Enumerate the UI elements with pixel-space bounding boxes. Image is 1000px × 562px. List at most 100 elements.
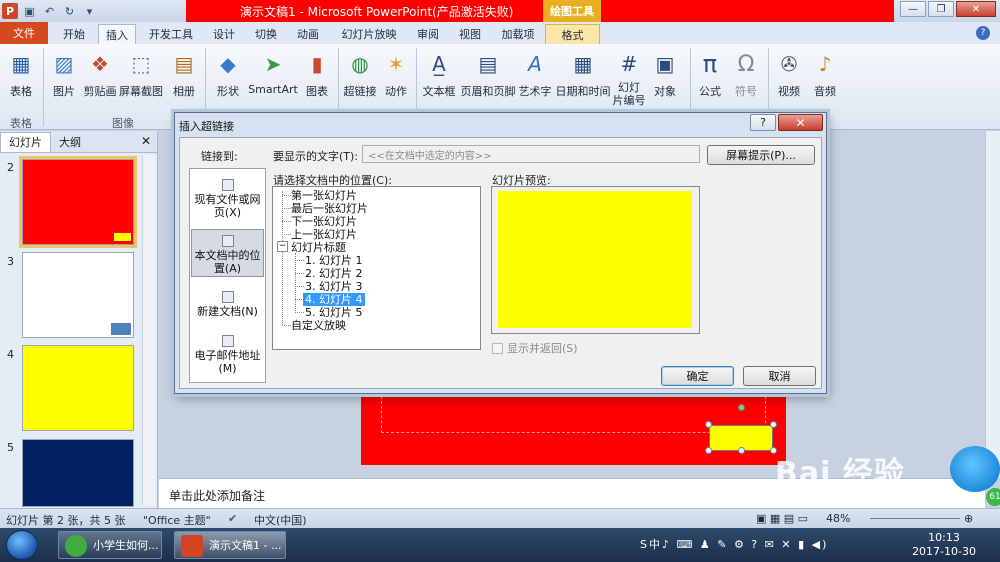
resize-handle[interactable]: [770, 421, 777, 428]
tab-file[interactable]: 文件: [0, 22, 48, 44]
tree-item-slide-titles[interactable]: 幻灯片标题: [291, 241, 346, 254]
baidu-url: jingyan.baidu.com: [838, 480, 968, 496]
clipart-icon: ❖: [91, 52, 109, 76]
dialog-close-button[interactable]: ✕: [778, 114, 823, 131]
clipart-button[interactable]: ❖ 剪贴画: [77, 49, 123, 99]
tab-design[interactable]: 设计: [206, 24, 242, 44]
tree-item-slide-1[interactable]: 1. 幻灯片 1: [305, 254, 363, 267]
tab-slideshow[interactable]: 幻灯片放映: [336, 24, 402, 44]
spellcheck-icon[interactable]: ✔: [228, 512, 237, 525]
slide-number: 4: [7, 348, 14, 361]
table-button[interactable]: ▦ 表格: [0, 49, 44, 99]
minimize-button[interactable]: —: [900, 1, 926, 17]
wordart-button[interactable]: A 艺术字: [512, 49, 558, 99]
dialog-title: 插入超链接: [179, 120, 234, 133]
audio-button[interactable]: ♪ 音频: [802, 49, 848, 99]
link-place-in-document[interactable]: 本文档中的位置(A): [191, 229, 264, 277]
taskbar-item-powerpoint[interactable]: 演示文稿1 - ...: [174, 531, 286, 559]
start-button[interactable]: [6, 530, 38, 560]
tab-insert[interactable]: 插入: [98, 24, 136, 44]
chart-button[interactable]: ▮ 图表: [294, 49, 340, 99]
undo-icon[interactable]: ↶: [41, 3, 58, 19]
close-window-button[interactable]: ✕: [956, 1, 996, 17]
slides-pane-scrollbar[interactable]: [142, 155, 155, 505]
ribbon-tabs: 文件 开始 插入 开发工具 设计 切换 动画 幻灯片放映 审阅 视图 加载项 格…: [0, 22, 1000, 44]
tree-item-last-slide[interactable]: 最后一张幻灯片: [291, 202, 368, 215]
tab-addins[interactable]: 加载项: [496, 24, 540, 44]
tree-item-next-slide[interactable]: 下一张幻灯片: [291, 215, 357, 228]
slide-thumbnail-3[interactable]: [22, 252, 134, 338]
link-to-bar: 现有文件或网页(X) 本文档中的位置(A) 新建文档(N) 电子邮件地址(M): [189, 168, 266, 383]
slide-thumbnail-2[interactable]: [19, 156, 137, 248]
action-button[interactable]: ✶ 动作: [373, 49, 419, 99]
taskbar-item-browser[interactable]: 小学生如何...: [58, 531, 162, 559]
slide-thumbnail-5[interactable]: [22, 439, 134, 507]
tree-item-slide-4[interactable]: 4. 幻灯片 4: [303, 293, 365, 306]
tree-item-slide-2[interactable]: 2. 幻灯片 2: [305, 267, 363, 280]
tab-slides[interactable]: 幻灯片: [0, 131, 51, 152]
zoom-slider[interactable]: [870, 518, 960, 519]
link-email-address[interactable]: 电子邮件地址(M): [191, 335, 264, 375]
resize-handle[interactable]: [705, 447, 712, 454]
resize-handle[interactable]: [738, 447, 745, 454]
system-tray[interactable]: S中♪ ⌨ ♟ ✎ ⚙ ? ✉ ✕ ▮ ◀): [640, 536, 828, 552]
tab-review[interactable]: 审阅: [410, 24, 446, 44]
clock[interactable]: 10:13 2017-10-30: [912, 531, 976, 559]
textbox-button[interactable]: A̲ 文本框: [416, 49, 462, 99]
dialog-help-button[interactable]: ?: [750, 114, 776, 131]
help-icon[interactable]: ?: [976, 26, 990, 40]
table-icon: ▦: [11, 52, 31, 76]
album-button[interactable]: ▤ 相册: [161, 49, 207, 99]
maximize-button[interactable]: ❐: [928, 1, 954, 17]
save-icon[interactable]: ▣: [21, 3, 38, 19]
zoom-in-icon[interactable]: ⊕: [964, 512, 973, 525]
collapse-toggle-icon[interactable]: −: [277, 241, 288, 252]
datetime-button[interactable]: ▦ 日期和时间: [556, 49, 611, 99]
slide-number: 3: [7, 255, 14, 268]
qat-more-icon[interactable]: ▾: [81, 3, 98, 19]
tab-outline[interactable]: 大纲: [51, 132, 89, 152]
slides-pane: 幻灯片 大纲 ✕ 2 3 4 5: [0, 131, 158, 508]
resize-handle[interactable]: [705, 421, 712, 428]
object-button[interactable]: ▣ 对象: [642, 49, 688, 99]
header-footer-button[interactable]: ▤ 页眉和页脚: [461, 49, 516, 99]
current-slide[interactable]: [361, 388, 786, 465]
checkbox-icon: [492, 342, 503, 354]
slide-preview-image: [498, 191, 692, 328]
header-footer-icon: ▤: [478, 52, 498, 76]
ok-button[interactable]: 确定: [661, 366, 734, 386]
tab-home[interactable]: 开始: [56, 24, 92, 44]
tree-item-previous-slide[interactable]: 上一张幻灯片: [291, 228, 357, 241]
powerpoint-logo-icon[interactable]: P: [2, 3, 18, 19]
slide-info: 幻灯片 第 2 张，共 5 张: [6, 514, 126, 527]
link-existing-file[interactable]: 现有文件或网页(X): [191, 179, 264, 219]
editor-vertical-scrollbar[interactable]: [985, 131, 1000, 478]
redo-icon[interactable]: ↻: [61, 3, 78, 19]
display-text-input[interactable]: <<在文档中选定的内容>>: [362, 145, 700, 163]
smartart-button[interactable]: ➤ SmartArt: [248, 49, 298, 96]
tab-format[interactable]: 格式: [545, 24, 600, 44]
rotation-handle[interactable]: [738, 404, 745, 411]
cancel-button[interactable]: 取消: [743, 366, 816, 386]
tab-transitions[interactable]: 切换: [248, 24, 284, 44]
view-buttons[interactable]: ▣ ▦ ▤ ▭: [756, 512, 808, 525]
tab-animations[interactable]: 动画: [290, 24, 326, 44]
language[interactable]: 中文(中国): [254, 512, 307, 528]
tree-item-slide-5[interactable]: 5. 幻灯片 5: [305, 306, 363, 319]
equation-icon: π: [702, 50, 718, 78]
zoom-level[interactable]: 48%: [826, 512, 850, 525]
symbol-button[interactable]: Ω 符号: [723, 49, 769, 99]
shapes-button[interactable]: ◆ 形状: [205, 49, 251, 99]
slides-pane-tabs: 幻灯片 大纲 ✕: [0, 131, 157, 153]
tree-item-first-slide[interactable]: 第一张幻灯片: [291, 189, 357, 202]
link-new-document[interactable]: 新建文档(N): [191, 291, 264, 318]
tree-item-custom-show[interactable]: 自定义放映: [291, 319, 346, 332]
screen-tip-button[interactable]: 屏幕提示(P)...: [707, 145, 815, 165]
show-and-return-checkbox[interactable]: 显示并返回(S): [492, 340, 578, 356]
close-pane-icon[interactable]: ✕: [141, 134, 151, 148]
tab-developer[interactable]: 开发工具: [144, 24, 198, 44]
tab-view[interactable]: 视图: [452, 24, 488, 44]
screenshot-button[interactable]: ⬚ 屏幕截图: [118, 49, 164, 99]
slide-thumbnail-4[interactable]: [22, 345, 134, 431]
tree-item-slide-3[interactable]: 3. 幻灯片 3: [305, 280, 363, 293]
